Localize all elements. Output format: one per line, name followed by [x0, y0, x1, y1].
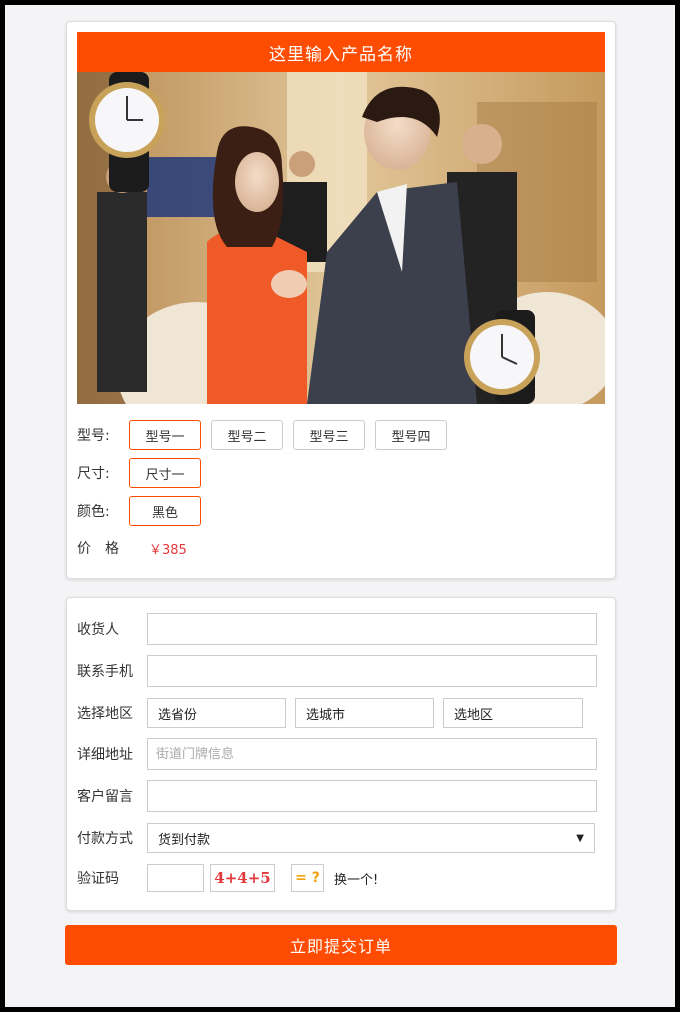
color-label: 颜色:: [77, 504, 110, 520]
phone-label: 联系手机: [77, 664, 133, 680]
address-label: 详细地址: [77, 747, 133, 763]
model-label: 型号:: [77, 428, 110, 444]
captcha-image: 4+4+5: [210, 864, 275, 892]
model-option-2[interactable]: 型号二: [211, 420, 283, 450]
payment-select[interactable]: 货到付款 ▼: [147, 823, 595, 853]
captcha-expression: 4+4+5: [214, 869, 271, 887]
region-label: 选择地区: [77, 706, 133, 722]
product-photo-illustration: [77, 72, 605, 404]
recipient-row: 收货人: [77, 613, 597, 645]
color-option-row: 颜色: 黑色: [77, 496, 211, 526]
city-value: 选城市: [306, 707, 346, 723]
product-image: [77, 72, 605, 404]
phone-input[interactable]: [147, 655, 597, 687]
submit-order-button[interactable]: 立即提交订单: [65, 925, 617, 965]
model-option-1[interactable]: 型号一: [129, 420, 201, 450]
address-input[interactable]: [147, 738, 597, 770]
captcha-input[interactable]: [147, 864, 204, 892]
message-row: 客户留言: [77, 780, 597, 812]
price-row: 价 格 ￥385: [77, 538, 187, 558]
payment-value: 货到付款: [158, 832, 211, 848]
captcha-question: = ?: [295, 870, 320, 886]
province-value: 选省份: [158, 707, 198, 723]
phone-row: 联系手机: [77, 655, 597, 687]
captcha-question-box: = ?: [291, 864, 324, 892]
color-option-1[interactable]: 黑色: [129, 496, 201, 526]
district-select[interactable]: 选地区: [443, 698, 583, 728]
overlay-patch: [207, 450, 507, 572]
size-option-1[interactable]: 尺寸一: [129, 458, 201, 488]
price-label: 价 格: [77, 541, 119, 557]
size-option-row: 尺寸: 尺寸一: [77, 458, 211, 488]
dropdown-arrow-icon: ▼: [576, 832, 584, 844]
city-select[interactable]: 选城市: [295, 698, 434, 728]
district-value: 选地区: [454, 707, 494, 723]
address-row: 详细地址: [77, 738, 597, 770]
recipient-label: 收货人: [77, 622, 119, 638]
page-frame: 这里输入产品名称 型号: 型号一 型号二 型号三 型号四 尺寸: 尺寸一 颜色:…: [5, 5, 675, 1007]
message-label: 客户留言: [77, 789, 133, 805]
size-label: 尺寸:: [77, 466, 110, 482]
model-option-4[interactable]: 型号四: [375, 420, 447, 450]
message-input[interactable]: [147, 780, 597, 812]
region-row: 选择地区 选省份 选城市 选地区: [77, 697, 583, 729]
payment-label: 付款方式: [77, 831, 133, 847]
recipient-input[interactable]: [147, 613, 597, 645]
product-card: 这里输入产品名称 型号: 型号一 型号二 型号三 型号四 尺寸: 尺寸一 颜色:…: [66, 21, 616, 579]
province-select[interactable]: 选省份: [147, 698, 286, 728]
product-title: 这里输入产品名称: [77, 32, 605, 72]
captcha-label: 验证码: [77, 871, 119, 887]
refresh-captcha-link[interactable]: 换一个!: [334, 869, 378, 888]
order-form-card: 收货人 联系手机 选择地区 选省份 选城市 选地区 详细地址 客户留言: [66, 597, 616, 911]
payment-row: 付款方式 货到付款 ▼: [77, 822, 595, 854]
model-option-3[interactable]: 型号三: [293, 420, 365, 450]
captcha-row: 验证码 4+4+5 = ? 换一个!: [77, 862, 378, 894]
model-option-row: 型号: 型号一 型号二 型号三 型号四: [77, 420, 457, 450]
price-value: ￥385: [149, 542, 187, 558]
